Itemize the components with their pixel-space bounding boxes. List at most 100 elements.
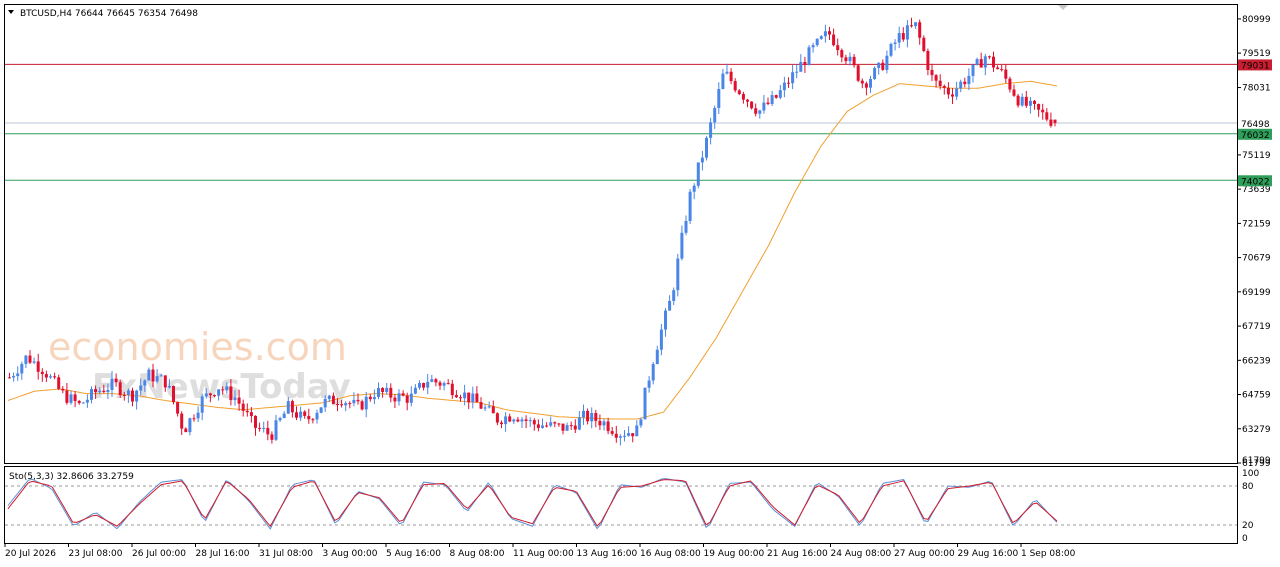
candle-body: [364, 396, 368, 410]
candle-body: [1024, 96, 1028, 106]
candle-body: [225, 386, 229, 391]
candle-body: [700, 157, 704, 163]
candle-body: [856, 65, 860, 81]
candle-body: [877, 62, 881, 68]
candle-body: [430, 379, 434, 382]
candle-body: [869, 78, 872, 88]
candle-body: [910, 25, 913, 27]
candle-body: [36, 361, 40, 372]
time-axis-label: 31 Jul 08:00: [259, 549, 313, 559]
candle-body: [918, 22, 922, 38]
candle-body: [413, 387, 417, 394]
candle-body: [762, 102, 766, 111]
candle-body: [754, 108, 758, 114]
candle-body: [520, 419, 524, 422]
candle-body: [914, 22, 918, 27]
watermark-economies: economies.com: [48, 325, 347, 369]
candle-body: [996, 67, 1000, 70]
candle-body: [1012, 89, 1016, 96]
time-axis-label: 29 Aug 16:00: [958, 549, 1019, 559]
candle-body: [290, 401, 294, 413]
candle-body: [512, 419, 516, 422]
candle-body: [946, 87, 950, 95]
candle-body: [1004, 69, 1008, 79]
time-axis-label: 26 Jul 00:00: [132, 549, 186, 559]
candle-body: [668, 300, 672, 311]
time-axis-label: 28 Jul 16:00: [196, 549, 250, 559]
candle-body: [372, 396, 376, 400]
price-axis-label: 72159: [1242, 219, 1271, 229]
candle-body: [167, 386, 171, 388]
candle-body: [159, 375, 163, 377]
candle-body: [204, 393, 208, 397]
watermark-fxnewstoday: FxNewsToday: [92, 367, 351, 407]
candle-body: [385, 387, 389, 392]
candle-body: [405, 395, 409, 403]
candle-body: [65, 390, 69, 403]
candle-body: [746, 99, 749, 102]
time-axis-label: 20 Jul 2026: [5, 549, 56, 559]
candle-body: [450, 383, 454, 396]
candle-body: [577, 417, 581, 430]
price-axis-label: 75119: [1242, 151, 1271, 161]
candle-body: [409, 393, 413, 403]
candle-body: [623, 435, 626, 437]
price-axis-label: 66239: [1242, 356, 1271, 366]
candle-body: [975, 59, 979, 65]
candle-body: [680, 232, 684, 259]
candle-body: [454, 395, 458, 398]
candle-body: [245, 410, 249, 413]
candle-body: [582, 410, 585, 418]
candle-body: [524, 419, 528, 421]
candle-body: [434, 379, 438, 383]
candle-body: [774, 95, 778, 98]
stoch-axis-label: 80: [1242, 482, 1254, 492]
candle-body: [971, 64, 975, 76]
candle-body: [122, 395, 126, 397]
candle-body: [553, 422, 557, 424]
price-level-tag-label: 76498: [1241, 120, 1270, 130]
candle-body: [1000, 69, 1004, 71]
candle-body: [381, 388, 385, 392]
candle-body: [717, 89, 721, 108]
candle-body: [541, 425, 544, 428]
candle-body: [106, 389, 110, 393]
candle-body: [737, 90, 741, 95]
candle-body: [635, 425, 639, 437]
price-axis-label: 79519: [1242, 49, 1271, 59]
candle-body: [1045, 112, 1049, 120]
indicator-frame: [4, 466, 1238, 544]
candle-body: [709, 122, 713, 138]
candle-body: [840, 50, 844, 58]
candle-body: [692, 185, 696, 192]
candle-body: [110, 378, 114, 390]
candle-body: [151, 369, 155, 382]
candle-body: [69, 394, 73, 403]
candle-body: [237, 397, 241, 404]
candle-body: [143, 380, 147, 386]
candle-body: [741, 94, 745, 100]
candle-body: [475, 393, 479, 403]
candle-body: [536, 424, 540, 428]
time-axis-label: 24 Aug 08:00: [831, 549, 892, 559]
candle-body: [905, 25, 909, 40]
candle-body: [442, 383, 446, 386]
candle-body: [934, 75, 938, 81]
candle-body: [815, 38, 819, 46]
candle-body: [795, 71, 799, 73]
candle-body: [28, 355, 32, 363]
candle-body: [1016, 95, 1020, 106]
candle-body: [951, 94, 954, 97]
candle-body: [135, 390, 139, 402]
candle-body: [319, 407, 323, 413]
candle-body: [938, 80, 942, 87]
candle-body: [1008, 78, 1012, 90]
candle-body: [955, 88, 959, 97]
candle-body: [733, 81, 737, 91]
candle-body: [672, 290, 676, 301]
candle-body: [963, 81, 967, 85]
time-axis-label: 16 Aug 08:00: [640, 549, 701, 559]
candle-body: [627, 433, 631, 436]
candle-body: [77, 401, 81, 404]
candle-body: [483, 407, 487, 409]
